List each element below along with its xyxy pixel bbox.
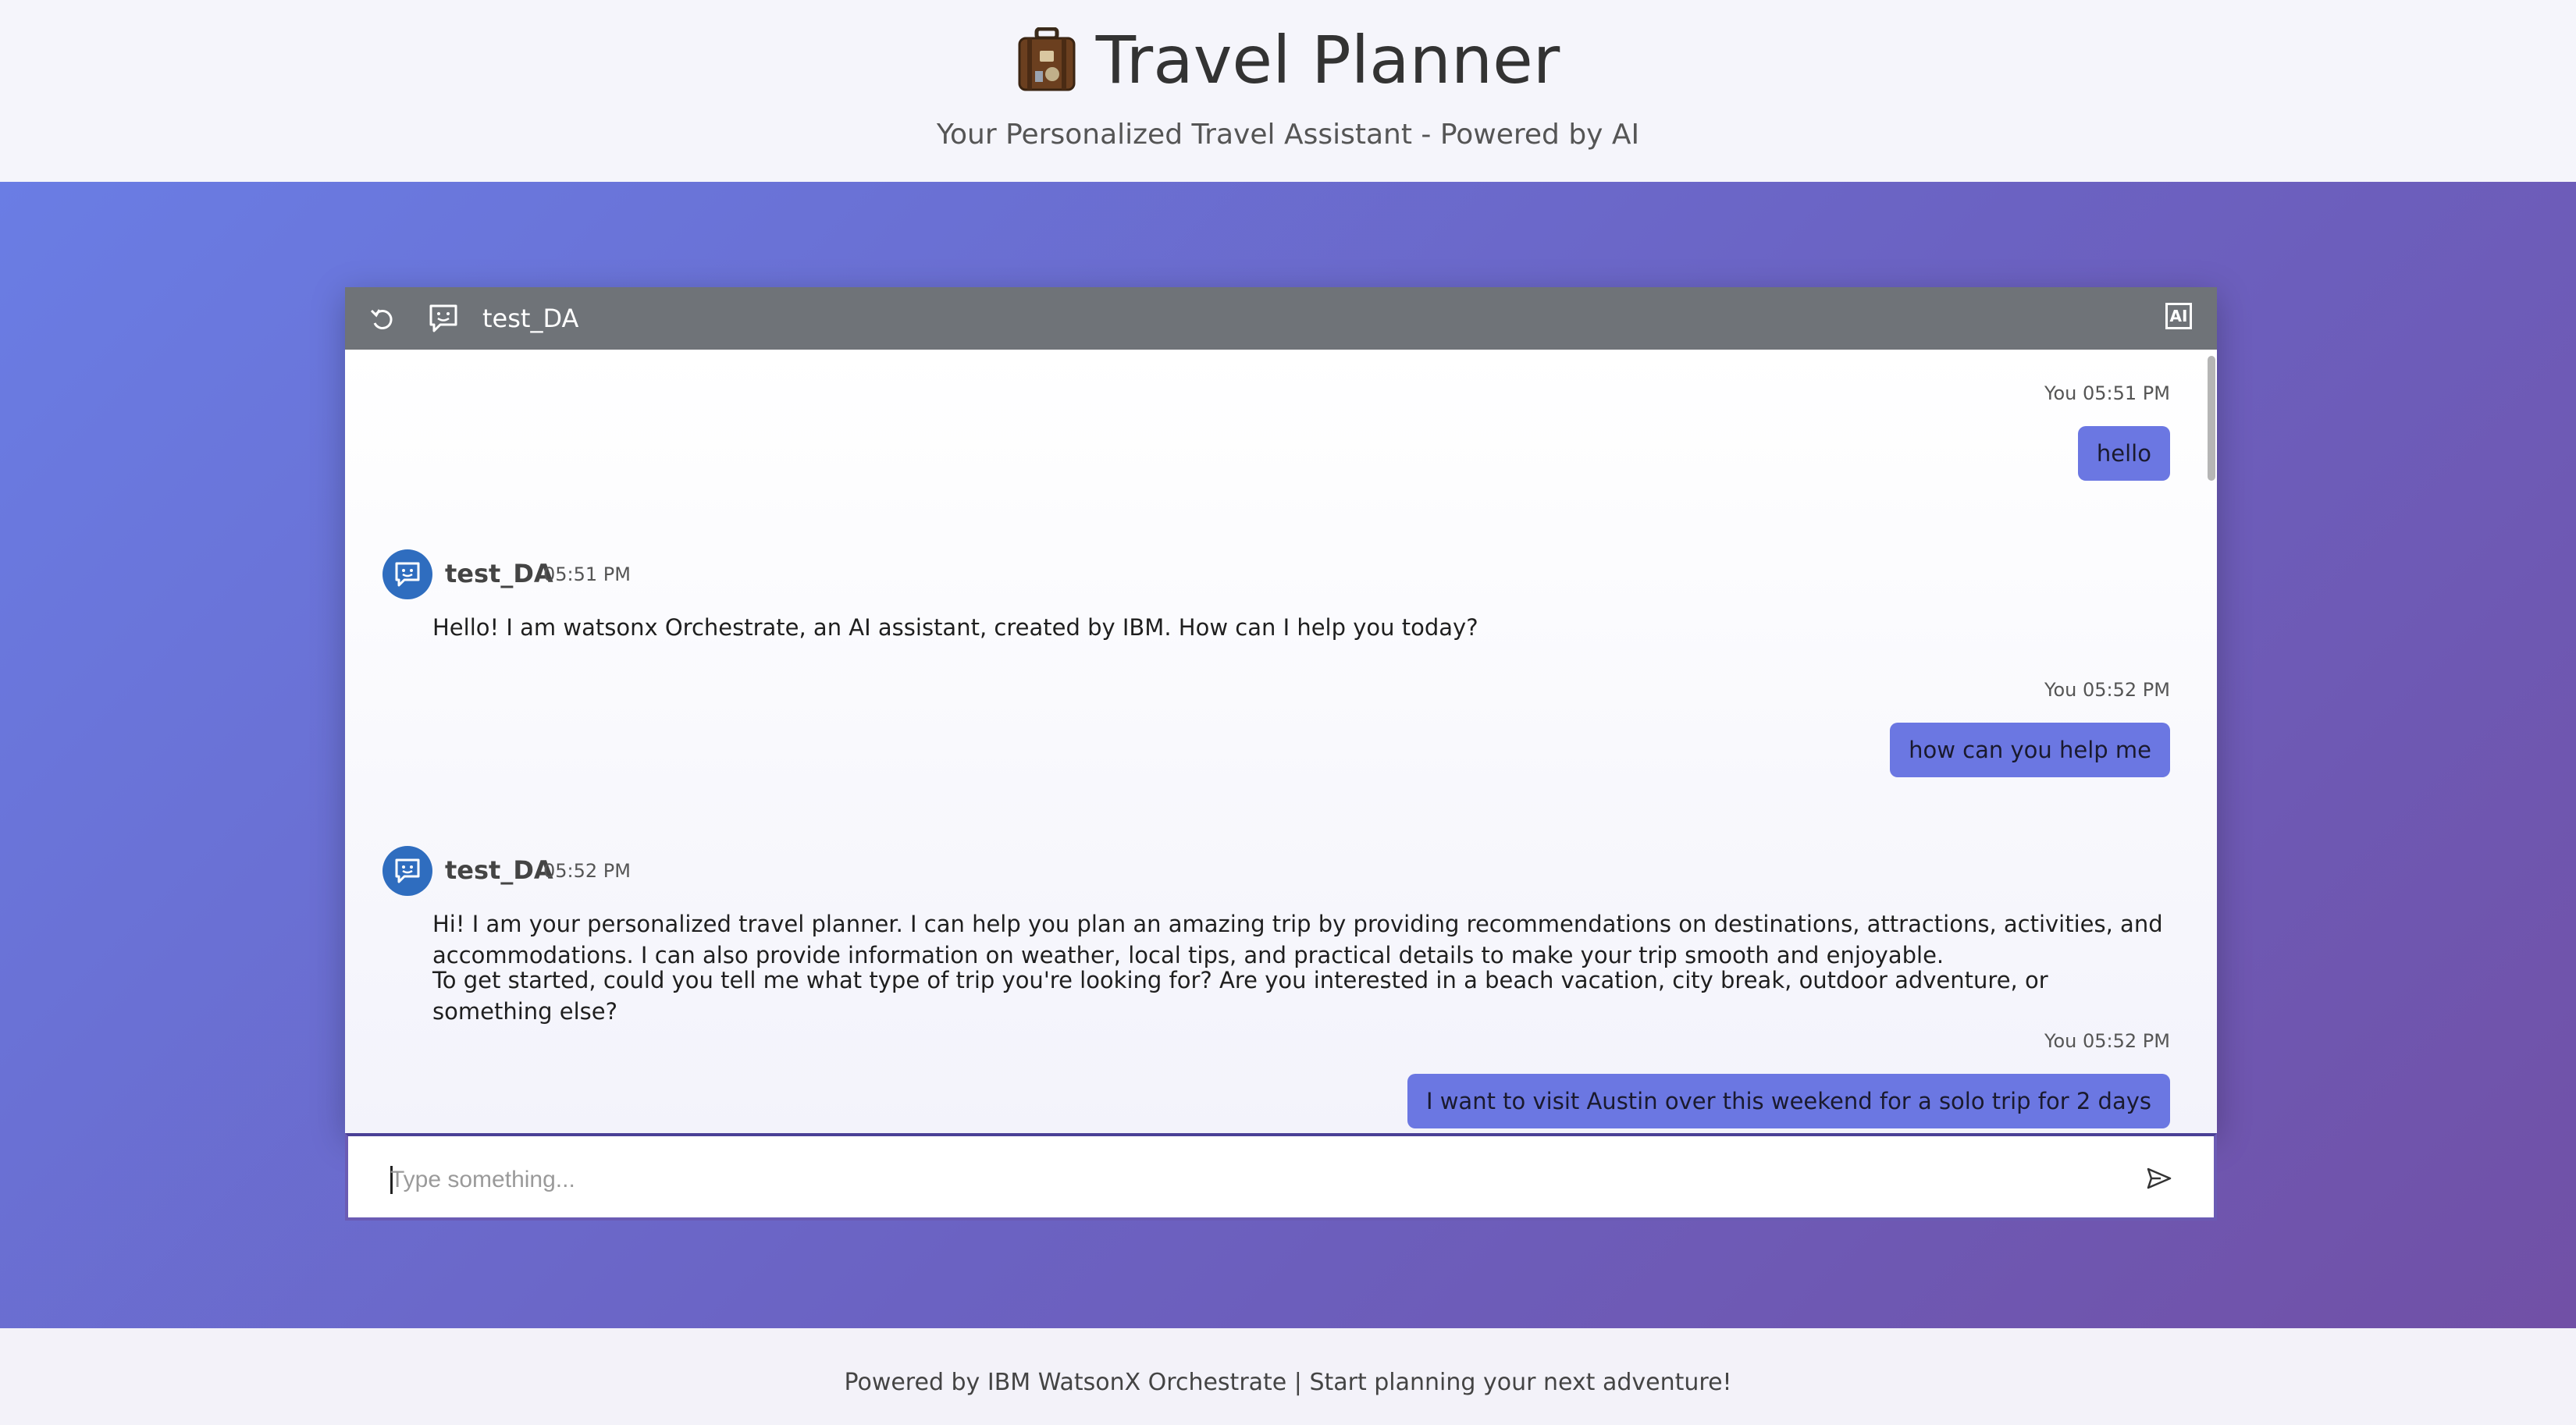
avatar bbox=[382, 846, 432, 896]
user-message-bubble: hello bbox=[2077, 426, 2170, 481]
message-meta: You 05:52 PM bbox=[2044, 679, 2170, 701]
message-sender: You bbox=[2044, 679, 2077, 701]
bot-name: test_DA bbox=[445, 559, 553, 588]
page-header: Travel Planner Your Personalized Travel … bbox=[0, 0, 2576, 182]
message-time: 05:52 PM bbox=[2083, 679, 2170, 701]
message-time: 05:52 PM bbox=[2083, 1030, 2170, 1052]
message-meta: You 05:52 PM bbox=[2044, 1030, 2170, 1052]
page-title: Travel Planner bbox=[1095, 22, 1560, 98]
message-time: 05:51 PM bbox=[2083, 382, 2170, 404]
message-input-area bbox=[345, 1133, 2217, 1221]
ai-badge-icon[interactable]: AI bbox=[2165, 303, 2192, 329]
chat-bot-icon bbox=[428, 303, 459, 334]
chat-agent-name: test_DA bbox=[482, 304, 579, 333]
user-message-bubble: I want to visit Austin over this weekend… bbox=[1407, 1074, 2170, 1128]
message-sender: You bbox=[2044, 1030, 2077, 1052]
bot-message-text: Hi! I am your personalized travel planne… bbox=[432, 911, 2163, 968]
restart-icon[interactable] bbox=[367, 303, 398, 334]
page-title-row: Travel Planner bbox=[0, 17, 2576, 103]
scrollbar-thumb[interactable] bbox=[2208, 356, 2215, 481]
bot-message-text: Hello! I am watsonx Orchestrate, an AI a… bbox=[432, 614, 1478, 641]
chat-window: test_DA AI You 05:51 PM hello test_DA 05… bbox=[345, 287, 2217, 1133]
bot-name: test_DA bbox=[445, 855, 553, 885]
message-list-content: You 05:51 PM hello test_DA 05:51 PM Hell… bbox=[345, 350, 2217, 1133]
avatar bbox=[382, 549, 432, 599]
scrollbar[interactable] bbox=[2204, 350, 2217, 1133]
chat-header: test_DA AI bbox=[345, 287, 2217, 350]
message-time: 05:52 PM bbox=[543, 860, 631, 882]
footer-text: Powered by IBM WatsonX Orchestrate | Sta… bbox=[844, 1369, 1732, 1396]
user-message-bubble: how can you help me bbox=[1890, 723, 2170, 777]
suitcase-icon bbox=[1016, 27, 1077, 93]
bot-message-text: To get started, could you tell me what t… bbox=[432, 967, 2048, 1025]
chat-bot-icon bbox=[395, 858, 420, 883]
page-subtitle: Your Personalized Travel Assistant - Pow… bbox=[936, 119, 1640, 151]
message-time: 05:51 PM bbox=[543, 563, 631, 585]
message-sender: You bbox=[2044, 382, 2077, 404]
send-icon[interactable] bbox=[2144, 1163, 2175, 1194]
chat-bot-icon bbox=[395, 562, 420, 587]
page-footer: Powered by IBM WatsonX Orchestrate | Sta… bbox=[0, 1328, 2576, 1425]
message-meta: You 05:51 PM bbox=[2044, 382, 2170, 404]
message-input[interactable] bbox=[389, 1152, 2109, 1208]
